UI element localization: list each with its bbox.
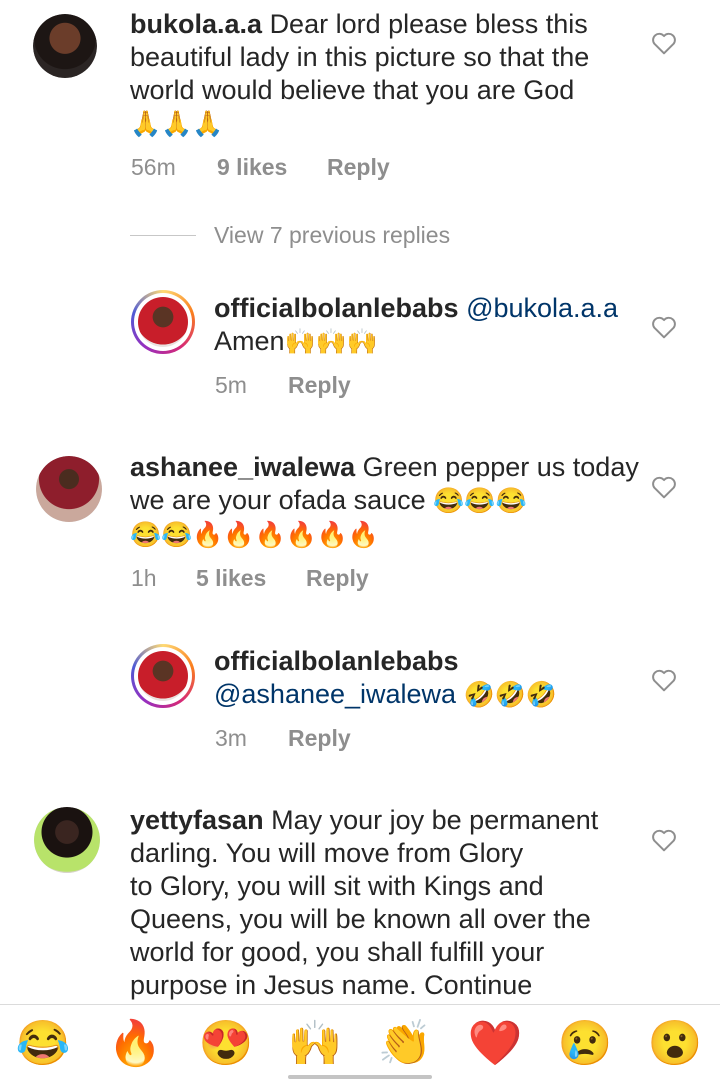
avatar-yettyfasan[interactable] xyxy=(34,807,100,873)
avatar-officialbolanlebabs[interactable] xyxy=(131,290,195,354)
quick-reactions-bar: 😂 🔥 😍 🙌 👏 ❤️ 😢 😮 xyxy=(0,1004,720,1084)
comment-text: ashanee_iwalewa Green pepper us today we… xyxy=(130,451,640,552)
raising-hands-emoji-button[interactable]: 🙌 xyxy=(286,1015,344,1073)
heart-outline-icon[interactable] xyxy=(651,31,677,55)
reply-username[interactable]: officialbolanlebabs xyxy=(214,293,459,323)
home-indicator xyxy=(288,1075,432,1079)
comment-text: bukola.a.a Dear lord please bless this b… xyxy=(130,8,630,141)
comment-emojis: 😂😂😂 xyxy=(433,487,527,515)
comment-meta: 56m 9 likes Reply xyxy=(131,154,390,181)
reply-button[interactable]: Reply xyxy=(327,154,390,181)
comment-emojis: 🙏🙏🙏 xyxy=(130,110,224,138)
reply-button[interactable]: Reply xyxy=(306,565,369,592)
reply-mention[interactable]: @bukola.a.a xyxy=(466,293,618,323)
comment-username[interactable]: yettyfasan xyxy=(130,805,264,835)
likes-count[interactable]: 9 likes xyxy=(217,154,327,181)
view-previous-replies[interactable]: View 7 previous replies xyxy=(130,222,450,249)
avatar-bukola[interactable] xyxy=(33,14,97,78)
comment-text: yettyfasan May your joy be permanent dar… xyxy=(130,804,650,1002)
avatar-officialbolanlebabs[interactable] xyxy=(131,644,195,708)
reply-mention[interactable]: @ashanee_iwalewa xyxy=(214,679,456,709)
red-heart-emoji-button[interactable]: ❤️ xyxy=(466,1015,524,1073)
reply-body: Amen xyxy=(214,326,285,356)
sad-emoji-button[interactable]: 😢 xyxy=(556,1015,614,1073)
comment-body-line: to Glory, you will sit with Kings and xyxy=(130,871,544,901)
reply-emojis: 🙌🙌🙌 xyxy=(284,328,378,356)
heart-outline-icon[interactable] xyxy=(651,828,677,852)
comment-body-line: darling. You will move from Glory xyxy=(130,838,524,868)
divider-line xyxy=(130,235,196,236)
surprised-emoji-button[interactable]: 😮 xyxy=(646,1015,704,1073)
comment-emojis: 😂😂🔥🔥🔥🔥🔥🔥 xyxy=(130,521,380,549)
reply-text: officialbolanlebabs @bukola.a.a Amen🙌🙌🙌 xyxy=(214,292,634,359)
comment-username[interactable]: bukola.a.a xyxy=(130,9,262,39)
reply-meta: 5m Reply xyxy=(215,372,351,399)
heart-outline-icon[interactable] xyxy=(651,475,677,499)
reply-meta: 3m Reply xyxy=(215,725,351,752)
reply-button[interactable]: Reply xyxy=(288,725,351,752)
heart-eyes-emoji-button[interactable]: 😍 xyxy=(197,1015,255,1073)
clapping-hands-emoji-button[interactable]: 👏 xyxy=(376,1015,434,1073)
tears-of-joy-emoji-button[interactable]: 😂 xyxy=(14,1015,72,1073)
view-replies-label[interactable]: View 7 previous replies xyxy=(214,222,450,249)
reply-text: officialbolanlebabs @ashanee_iwalewa 🤣🤣🤣 xyxy=(214,645,634,712)
likes-count[interactable]: 5 likes xyxy=(196,565,306,592)
comment-body-line: Queens, you will be known all over the xyxy=(130,904,591,934)
fire-emoji-button[interactable]: 🔥 xyxy=(106,1015,164,1073)
comment-body-line: world for good, you shall fulfill your xyxy=(130,937,545,967)
heart-outline-icon[interactable] xyxy=(651,668,677,692)
reply-time: 5m xyxy=(215,372,247,398)
comment-body-line: purpose in Jesus name. Continue xyxy=(130,970,533,1000)
comment-meta: 1h 5 likes Reply xyxy=(131,565,369,592)
reply-button[interactable]: Reply xyxy=(288,372,351,399)
reply-emojis: 🤣🤣🤣 xyxy=(463,681,557,709)
avatar-ashanee[interactable] xyxy=(36,456,102,522)
reply-time: 3m xyxy=(215,725,247,751)
comment-body-line: May your joy be permanent xyxy=(271,805,599,835)
heart-outline-icon[interactable] xyxy=(651,315,677,339)
comment-username[interactable]: ashanee_iwalewa xyxy=(130,452,355,482)
reply-username[interactable]: officialbolanlebabs xyxy=(214,646,459,676)
comment-time: 1h xyxy=(131,565,157,591)
comment-time: 56m xyxy=(131,154,176,180)
